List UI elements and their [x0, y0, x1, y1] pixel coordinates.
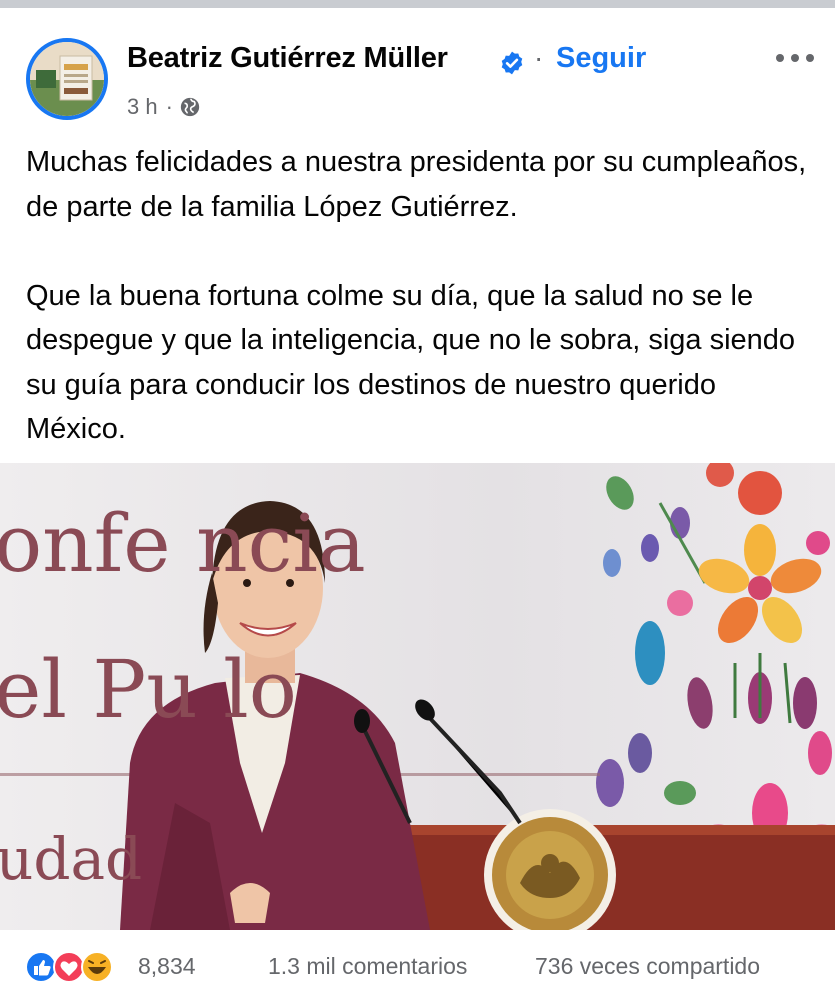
- post-header: Beatriz Gutiérrez Müller · Seguir 3 h ·: [0, 8, 835, 130]
- banner-text-line: el Pu lo: [0, 643, 297, 736]
- post-footer: 8,834 1.3 mil comentarios 736 veces comp…: [0, 936, 835, 1000]
- haha-icon: [81, 951, 113, 983]
- love-icon: [53, 951, 85, 983]
- post-paragraph: Muchas felicidades a nuestra presidenta …: [26, 146, 807, 223]
- verified-badge-icon: [501, 51, 523, 75]
- post-paragraph: Que la buena fortuna colme su día, que l…: [26, 279, 796, 446]
- shares-count[interactable]: 736 veces compartido: [535, 953, 760, 980]
- like-icon: [25, 951, 57, 983]
- author-name[interactable]: Beatriz Gutiérrez Müller: [127, 42, 448, 75]
- comments-count[interactable]: 1.3 mil comentarios: [268, 953, 467, 980]
- post-meta: 3 h ·: [127, 92, 201, 122]
- top-divider: [0, 0, 835, 8]
- reaction-count[interactable]: 8,834: [138, 953, 196, 980]
- globe-icon[interactable]: [179, 96, 201, 118]
- separator-dot: ·: [165, 94, 173, 119]
- post-timestamp[interactable]: 3 h: [127, 94, 158, 120]
- author-avatar[interactable]: [26, 38, 108, 120]
- post-photo[interactable]: onfe ncia el Pu lo udad: [0, 463, 835, 930]
- separator-dot: ·: [534, 42, 544, 73]
- more-options-icon[interactable]: [773, 48, 817, 68]
- follow-button[interactable]: Seguir: [556, 42, 646, 75]
- banner-text-line: udad: [0, 825, 143, 893]
- banner-text-line: onfe ncia: [0, 497, 366, 590]
- post-message: Muchas felicidades a nuestra presidenta …: [26, 140, 816, 452]
- reaction-icons[interactable]: [24, 950, 134, 984]
